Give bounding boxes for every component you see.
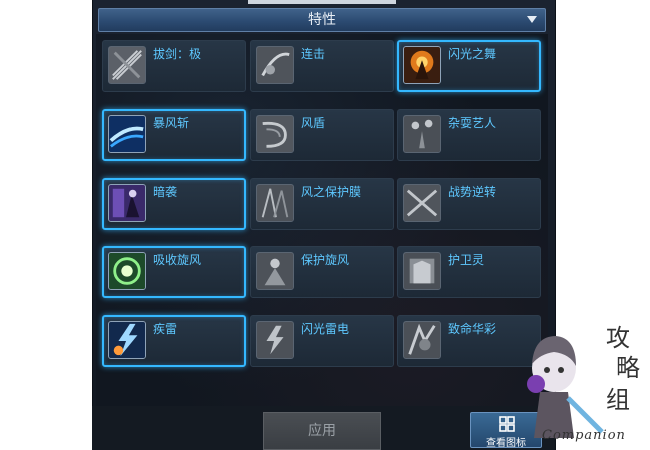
juggler-icon: [403, 115, 441, 153]
apply-button[interactable]: 应用: [263, 412, 381, 450]
trait-card[interactable]: 风盾: [250, 109, 394, 161]
trait-card[interactable]: 疾雷: [102, 315, 246, 367]
trait-label: 闪光之舞: [448, 47, 497, 61]
top-tab-stub: [248, 0, 396, 4]
shadow-ambush-icon: [108, 184, 146, 222]
svg-text:略: 略: [616, 354, 640, 382]
trait-label: 暗袭: [153, 185, 178, 199]
trait-label: 杂耍艺人: [448, 116, 497, 130]
trait-card[interactable]: 杂耍艺人: [397, 109, 541, 161]
trait-card[interactable]: 暴风斩: [102, 109, 246, 161]
trait-label: 连击: [301, 47, 326, 61]
wind-shield-icon: [256, 115, 294, 153]
flash-lightning-icon: [256, 321, 294, 359]
trait-card[interactable]: 吸收旋风: [102, 246, 246, 298]
svg-text:组: 组: [606, 386, 630, 414]
trait-card[interactable]: 暗袭: [102, 178, 246, 230]
trait-label: 拔剑：极: [153, 47, 202, 61]
trait-label: 风盾: [301, 116, 326, 130]
category-title: 特性: [308, 12, 336, 28]
absorb-whirlwind-icon: [108, 252, 146, 290]
sword-slash-icon: [108, 46, 146, 84]
trait-label: 护卫灵: [448, 253, 485, 267]
category-dropdown[interactable]: 特性: [98, 8, 546, 32]
trait-card[interactable]: 战势逆转: [397, 178, 541, 230]
storm-slash-icon: [108, 115, 146, 153]
watermark-text: Companion: [542, 428, 626, 443]
trait-card[interactable]: 保护旋风: [250, 246, 394, 298]
guardian-spirit-icon: [403, 252, 441, 290]
trait-card[interactable]: 闪光雷电: [250, 315, 394, 367]
trait-card[interactable]: 护卫灵: [397, 246, 541, 298]
trait-label: 致命华彩: [448, 322, 497, 336]
combo-strike-icon: [256, 46, 294, 84]
trait-label: 暴风斩: [153, 116, 190, 130]
trait-label: 风之保护膜: [301, 185, 362, 199]
guard-whirlwind-icon: [256, 252, 294, 290]
battle-reversal-icon: [403, 184, 441, 222]
trait-label: 疾雷: [153, 322, 178, 336]
trait-card[interactable]: 闪光之舞: [397, 40, 541, 92]
trait-label: 战势逆转: [448, 185, 497, 199]
trait-card[interactable]: 拔剑：极: [102, 40, 246, 92]
deadly-brilliance-icon: [403, 321, 441, 359]
wind-barrier-icon: [256, 184, 294, 222]
trait-card[interactable]: 风之保护膜: [250, 178, 394, 230]
chevron-down-icon: [527, 16, 537, 23]
svg-text:攻: 攻: [606, 324, 630, 352]
trait-label: 闪光雷电: [301, 322, 350, 336]
trait-label: 吸收旋风: [153, 253, 202, 267]
trait-label: 保护旋风: [301, 253, 350, 267]
swift-thunder-icon: [108, 321, 146, 359]
trait-card[interactable]: 连击: [250, 40, 394, 92]
flash-dance-icon: [403, 46, 441, 84]
